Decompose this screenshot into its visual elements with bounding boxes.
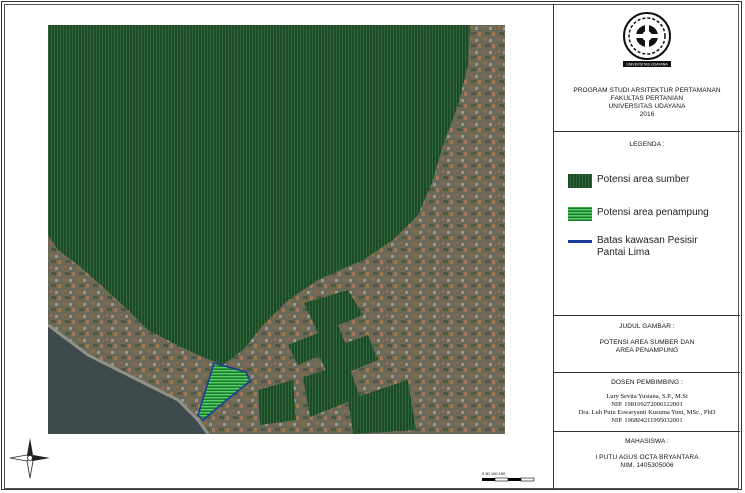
- source-area-swatch-icon: [568, 174, 592, 188]
- drawing-title-line1: POTENSI AREA SUMBER DAN: [599, 339, 695, 346]
- supervisors-heading: DOSEN PEMBIMBING :: [611, 379, 683, 386]
- scale-bar: 0 50 100 150: [482, 471, 535, 482]
- logo-caption: UNIVERSITAS UDAYANA: [626, 63, 668, 67]
- drawing-title-heading: JUDUL GAMBAR :: [619, 323, 675, 330]
- legend-item-boundary: Batas kawasan Pesisir Pantai Lima: [568, 235, 727, 259]
- supervisor-1-name: Lury Sevita Yusiana, S.P., M.Si: [606, 393, 688, 400]
- supervisor-2-name: Dra. Luh Putu Eswaryanti Kusuma Yuni, MS…: [578, 409, 716, 416]
- map-canvas[interactable]: [48, 25, 505, 434]
- supervisor-2-nip: NIP. 196804211995032001: [611, 417, 683, 424]
- student-name: I PUTU AGUS OCTA BRYANTARA: [595, 454, 699, 461]
- legend-item-catchment: Potensi area penampung: [568, 207, 709, 221]
- drawing-title-line2: AREA PENAMPUNG: [615, 347, 679, 354]
- legend-block: LEGENDA : Potensi area sumber Potensi ar…: [554, 131, 740, 315]
- legend-item-source: Potensi area sumber: [568, 174, 689, 188]
- year: 2016: [639, 111, 655, 118]
- title-panel: UNIVERSITAS UDAYANA PROGRAM STUDI ARSITE…: [553, 4, 740, 489]
- north-arrow-icon: [9, 438, 50, 479]
- institution-block: UNIVERSITAS UDAYANA PROGRAM STUDI ARSITE…: [554, 4, 740, 131]
- university-logo-icon: UNIVERSITAS UDAYANA: [623, 12, 671, 67]
- boundary-line-icon: [568, 240, 592, 243]
- student-heading: MAHASISWA :: [625, 438, 669, 445]
- program-name: PROGRAM STUDI ARSITEKTUR PERTAMANAN: [573, 87, 721, 94]
- legend-title: LEGENDA :: [629, 141, 665, 148]
- legend-label-boundary: Batas kawasan Pesisir Pantai Lima: [597, 235, 698, 258]
- catchment-area-swatch-icon: [568, 207, 592, 221]
- legend-label-source: Potensi area sumber: [597, 174, 690, 185]
- student-block: MAHASISWA : I PUTU AGUS OCTA BRYANTARA N…: [554, 431, 740, 489]
- supervisor-1-nip: NIP. 198109272006122001: [611, 401, 683, 408]
- supervisors-block: DOSEN PEMBIMBING : Lury Sevita Yusiana, …: [554, 372, 740, 431]
- legend-label-catchment: Potensi area penampung: [597, 207, 709, 218]
- university-name: UNIVERSITAS UDAYANA: [608, 103, 686, 110]
- student-nim: NIM. 1405305006: [620, 462, 674, 469]
- faculty-name: FAKULTAS PERTANIAN: [610, 95, 684, 102]
- scale-label: 0 50 100 150: [482, 471, 506, 476]
- drawing-title-block: JUDUL GAMBAR : POTENSI AREA SUMBER DAN A…: [554, 315, 740, 372]
